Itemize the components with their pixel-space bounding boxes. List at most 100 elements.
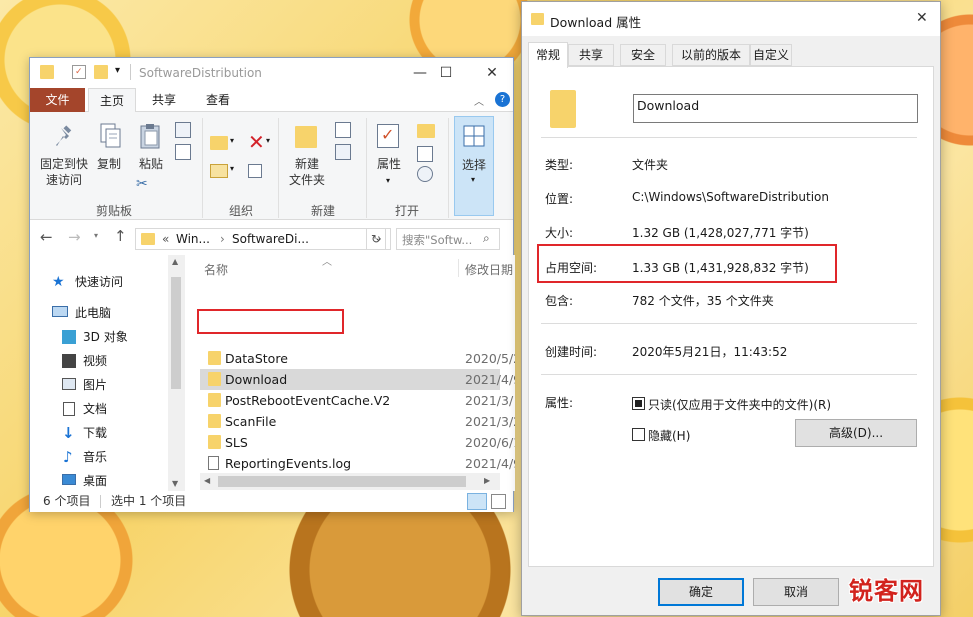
paste-button[interactable]: 粘贴 — [136, 156, 166, 172]
scroll-right-icon[interactable]: ▶ — [484, 476, 490, 485]
table-row[interactable]: DataStore 2020/5/2 — [200, 348, 515, 369]
tab-previous-versions[interactable]: 以前的版本 — [672, 44, 750, 66]
new-folder-button[interactable]: 新建 文件夹 — [282, 156, 332, 188]
table-row[interactable]: SLS 2020/6/1 — [200, 432, 515, 453]
help-icon[interactable]: ? — [495, 92, 510, 107]
tab-security[interactable]: 安全 — [620, 44, 666, 66]
address-prefix[interactable]: « — [162, 232, 169, 246]
nav-item-pictures[interactable]: 图片 — [30, 373, 180, 397]
close-button[interactable]: ✕ — [482, 63, 502, 83]
location-value: C:\Windows\SoftwareDistribution — [632, 190, 829, 204]
nav-item-downloads[interactable]: ↓ 下载 — [30, 421, 180, 445]
back-icon[interactable]: ← — [40, 228, 53, 246]
copy-button[interactable]: 复制 — [94, 156, 124, 172]
search-input[interactable]: 搜索"Softw... ⌕ — [396, 228, 500, 250]
tab-view[interactable]: 查看 — [196, 88, 240, 112]
scroll-thumb[interactable] — [171, 277, 181, 389]
new-item-icon[interactable] — [335, 122, 351, 138]
nav-item-this-pc[interactable]: 此电脑 — [30, 301, 180, 325]
address-bar[interactable]: « Win... › SoftwareDi... ⌄ — [135, 228, 391, 250]
copy-to-icon[interactable] — [210, 164, 228, 178]
folder-name-input[interactable]: Download — [633, 94, 918, 123]
file-date: 2021/4/9 — [465, 372, 515, 387]
move-to-icon[interactable] — [210, 136, 228, 150]
new-folder-quick-icon[interactable] — [94, 65, 108, 79]
tab-general[interactable]: 常规 — [528, 42, 568, 68]
delete-icon[interactable]: ✕ — [248, 130, 265, 154]
cut-icon[interactable]: ✂ — [136, 176, 148, 192]
ribbon-collapse-icon[interactable]: ︿ — [474, 93, 484, 108]
table-row[interactable]: ReportingEvents.log 2021/4/9 — [200, 453, 515, 474]
open-icon[interactable] — [417, 124, 435, 138]
large-folder-icon — [550, 90, 576, 128]
nav-item-music[interactable]: ♪ 音乐 — [30, 445, 180, 469]
delete-dropdown-icon[interactable]: ▾ — [266, 136, 270, 145]
up-icon[interactable]: ↑ — [114, 227, 127, 245]
move-to-dropdown-icon[interactable]: ▾ — [230, 136, 234, 145]
column-header-name[interactable]: 名称 — [204, 261, 228, 278]
tab-sharing[interactable]: 共享 — [568, 44, 614, 66]
tab-file[interactable]: 文件 — [30, 88, 85, 112]
open-group-label: 打开 — [395, 204, 420, 218]
cancel-button[interactable]: 取消 — [753, 578, 839, 606]
select-button[interactable]: 选择 ▾ — [454, 116, 494, 216]
dialog-close-button[interactable]: ✕ — [916, 10, 928, 26]
scroll-up-icon[interactable]: ▲ — [172, 257, 178, 266]
properties-quick-icon[interactable]: ✓ — [72, 65, 86, 79]
properties-dropdown-icon[interactable]: ▾ — [386, 176, 390, 185]
navigation-scrollbar[interactable]: ▲ ▼ — [168, 255, 185, 491]
address-segment-windows[interactable]: Win... — [176, 232, 210, 246]
tab-share[interactable]: 共享 — [142, 88, 186, 112]
column-divider[interactable] — [458, 259, 459, 277]
table-row[interactable]: ScanFile 2021/3/2 — [200, 411, 515, 432]
forward-icon[interactable]: → — [68, 228, 81, 246]
sort-ascending-icon: ︿ — [322, 257, 332, 268]
nav-item-3d-objects[interactable]: 3D 对象 — [30, 325, 180, 349]
hidden-label[interactable]: 隐藏(H) — [648, 427, 690, 444]
scroll-left-icon[interactable]: ◀ — [204, 476, 210, 485]
file-list-horizontal-scrollbar[interactable]: ◀ ▶ — [200, 473, 500, 490]
maximize-button[interactable]: ☐ — [436, 63, 456, 83]
readonly-label[interactable]: 只读(仅应用于文件夹中的文件)(R) — [648, 396, 831, 413]
scroll-thumb[interactable] — [218, 476, 466, 487]
quick-access-dropdown-icon[interactable]: ▾ — [115, 65, 120, 76]
details-view-icon[interactable] — [467, 493, 487, 510]
easy-access-icon[interactable] — [335, 144, 351, 160]
general-panel: Download 类型: 文件夹 位置: C:\Windows\Software… — [528, 66, 934, 567]
readonly-checkbox[interactable] — [632, 397, 645, 410]
properties-button[interactable]: 属性 — [372, 156, 406, 172]
hidden-checkbox[interactable] — [632, 428, 645, 441]
nav-item-videos[interactable]: 视频 — [30, 349, 180, 373]
address-segment-softwaredistribution[interactable]: SoftwareDi... — [232, 232, 309, 246]
ribbon-separator — [448, 118, 449, 218]
highlight-box-disk-size — [537, 244, 837, 283]
tab-home[interactable]: 主页 — [88, 88, 136, 112]
refresh-icon[interactable]: ↻ — [366, 228, 386, 250]
table-row-selected[interactable]: Download 2021/4/9 — [200, 369, 515, 390]
pin-to-quick-access-button[interactable]: 固定到快 速访问 — [36, 156, 92, 188]
minimize-button[interactable]: — — [410, 63, 430, 83]
recent-locations-icon[interactable]: ▾ — [94, 231, 98, 240]
file-list: 名称 ︿ 修改日期 DataStore 2020/5/2 Download 20… — [200, 255, 515, 491]
nav-item-quick-access[interactable]: ★ 快速访问 — [30, 270, 180, 294]
folder-icon — [208, 435, 221, 449]
nav-item-documents[interactable]: 文档 — [30, 397, 180, 421]
column-header-modified[interactable]: 修改日期 — [465, 261, 513, 278]
history-icon[interactable] — [417, 166, 433, 182]
tab-customize[interactable]: 自定义 — [750, 44, 792, 66]
scroll-down-icon[interactable]: ▼ — [172, 479, 178, 488]
rename-icon[interactable] — [248, 164, 262, 178]
table-row[interactable]: PostRebootEventCache.V2 2021/3/ — [200, 390, 513, 411]
advanced-button[interactable]: 高级(D)... — [795, 419, 917, 447]
large-icons-view-icon[interactable] — [491, 494, 506, 509]
copy-to-dropdown-icon[interactable]: ▾ — [230, 164, 234, 173]
ok-button[interactable]: 确定 — [658, 578, 744, 606]
copy-path-icon[interactable] — [175, 122, 191, 138]
edit-icon[interactable] — [417, 146, 433, 162]
explorer-window-title: SoftwareDistribution — [139, 66, 262, 80]
search-icon[interactable]: ⌕ — [483, 231, 490, 246]
new-folder-icon — [295, 126, 317, 148]
download-arrow-icon: ↓ — [62, 424, 75, 442]
paste-shortcut-icon[interactable] — [175, 144, 191, 160]
nav-item-desktop[interactable]: 桌面 — [30, 469, 180, 493]
